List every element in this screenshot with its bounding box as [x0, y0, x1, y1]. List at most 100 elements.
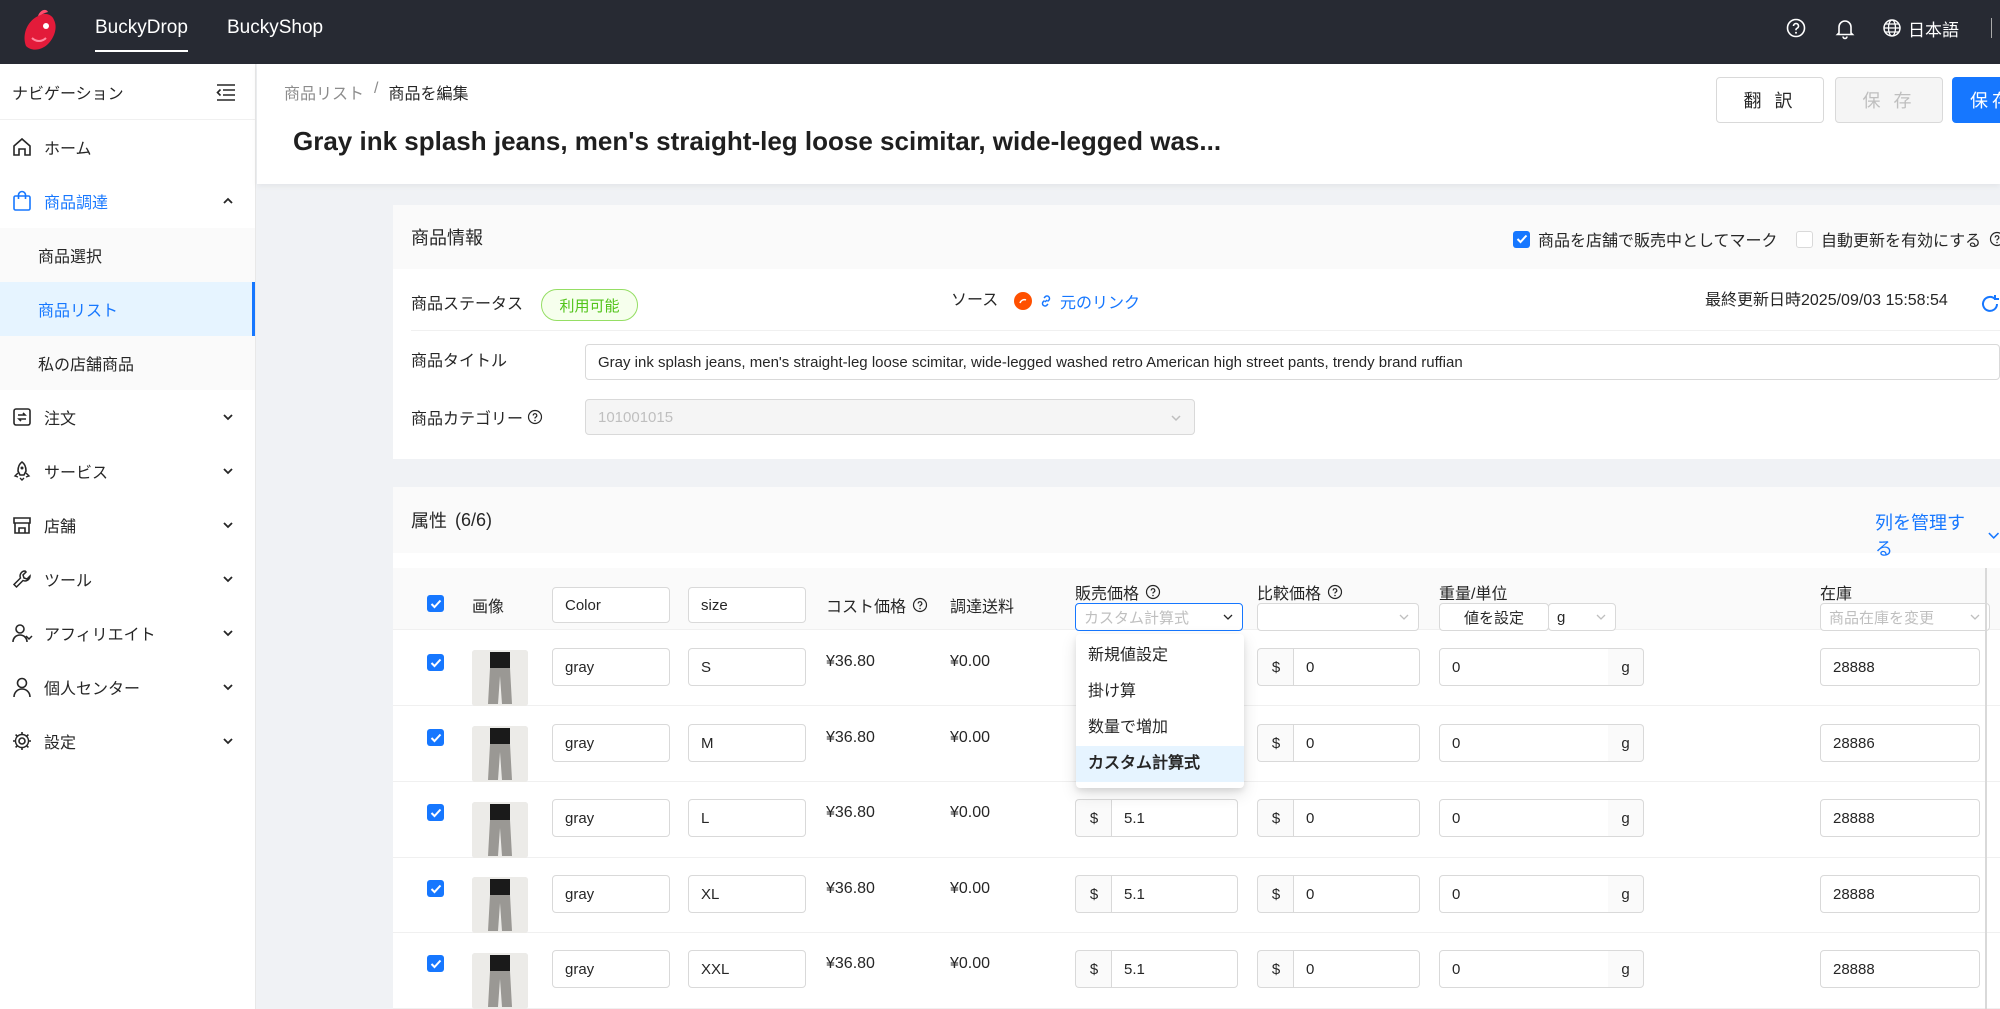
- weight-input[interactable]: 0: [1439, 875, 1609, 913]
- save-button[interactable]: 保存: [1952, 77, 2000, 123]
- dropdown-option-multiply[interactable]: 掛け算: [1076, 674, 1244, 710]
- help-icon[interactable]: [1327, 584, 1343, 600]
- help-icon[interactable]: [527, 409, 543, 425]
- category-select[interactable]: 101001015: [585, 399, 1195, 435]
- help-icon[interactable]: [1145, 584, 1161, 600]
- size-header-input[interactable]: size: [688, 587, 806, 623]
- sale-price-input[interactable]: 5.1: [1111, 799, 1238, 837]
- sidebar-item-personal-center[interactable]: 個人センター: [0, 660, 255, 714]
- row-checkbox[interactable]: [427, 955, 444, 972]
- breadcrumb: 商品リスト / 商品を編集: [284, 80, 468, 104]
- compare-price-input[interactable]: 0: [1293, 799, 1420, 837]
- stock-input[interactable]: 28888: [1820, 950, 1980, 988]
- manage-columns-link[interactable]: 列を管理する: [1875, 509, 2000, 561]
- weight-input[interactable]: 0: [1439, 950, 1609, 988]
- weight-input[interactable]: 0: [1439, 648, 1609, 686]
- size-input[interactable]: XXL: [688, 950, 806, 988]
- sidebar-item-orders[interactable]: 注文: [0, 390, 255, 444]
- weight-input[interactable]: 0: [1439, 799, 1609, 837]
- chevron-down-icon: [1399, 614, 1409, 620]
- breadcrumb-product-list[interactable]: 商品リスト: [284, 80, 364, 104]
- product-thumbnail[interactable]: [472, 953, 528, 1009]
- product-thumbnail[interactable]: [472, 650, 528, 706]
- chevron-down-icon: [1596, 614, 1606, 620]
- color-header-input[interactable]: Color: [552, 587, 670, 623]
- checkbox-checked[interactable]: [1513, 230, 1530, 248]
- color-input[interactable]: gray: [552, 799, 670, 837]
- translate-button[interactable]: 翻 訳: [1716, 77, 1824, 123]
- compare-price-input[interactable]: 0: [1293, 875, 1420, 913]
- color-input[interactable]: gray: [552, 950, 670, 988]
- logo[interactable]: [18, 8, 62, 54]
- source-link-label[interactable]: 元のリンク: [1060, 289, 1140, 313]
- row-checkbox[interactable]: [427, 804, 444, 821]
- shipping-cost: ¥0.00: [950, 653, 991, 670]
- product-thumbnail[interactable]: [472, 877, 528, 933]
- tab-buckydrop[interactable]: BuckyDrop: [95, 0, 188, 64]
- sidebar-subitem-product-list[interactable]: 商品リスト: [0, 282, 255, 336]
- sidebar-item-affiliate[interactable]: アフィリエイト: [0, 606, 255, 660]
- row-checkbox[interactable]: [427, 654, 444, 671]
- stock-input[interactable]: 28888: [1820, 648, 1980, 686]
- product-title-input[interactable]: Gray ink splash jeans, men's straight-le…: [585, 344, 2000, 380]
- stock-input[interactable]: 28888: [1820, 875, 1980, 913]
- language-selector[interactable]: 日本語: [1882, 14, 1959, 42]
- sidebar-item-sourcing[interactable]: 商品調達: [0, 174, 255, 228]
- product-thumbnail[interactable]: [472, 802, 528, 858]
- title-label: 商品タイトル: [411, 353, 508, 370]
- color-input[interactable]: gray: [552, 724, 670, 762]
- bell-icon[interactable]: [1833, 16, 1857, 40]
- row-checkbox[interactable]: [427, 880, 444, 897]
- chevron-down-icon: [223, 630, 233, 637]
- row-checkbox[interactable]: [427, 729, 444, 746]
- scrollbar[interactable]: [1985, 568, 1987, 1009]
- dropdown-option-new-value[interactable]: 新規値設定: [1076, 638, 1244, 674]
- product-thumbnail[interactable]: [472, 726, 528, 782]
- sidebar-item-home[interactable]: ホーム: [0, 120, 255, 174]
- size-input[interactable]: XL: [688, 875, 806, 913]
- compare-price-input[interactable]: 0: [1293, 648, 1420, 686]
- sidebar-subitem-my-store-products[interactable]: 私の店舗商品: [0, 336, 255, 390]
- collapse-menu-icon[interactable]: [215, 82, 237, 102]
- chevron-down-icon: [223, 576, 233, 583]
- stock-bulk-select[interactable]: 商品在庫を変更: [1820, 603, 1990, 631]
- select-all-checkbox[interactable]: [427, 595, 444, 612]
- help-icon[interactable]: [1989, 231, 2000, 247]
- sidebar-item-settings[interactable]: 設定: [0, 714, 255, 768]
- refresh-icon[interactable]: [1979, 293, 2000, 315]
- cost-price: ¥36.80: [826, 955, 875, 972]
- auto-update-checkbox[interactable]: 自動更新を有効にする: [1796, 227, 2000, 251]
- tab-buckyshop[interactable]: BuckyShop: [227, 0, 323, 64]
- compare-price-input[interactable]: 0: [1293, 950, 1420, 988]
- weight-set-value-button[interactable]: 値を設定: [1439, 603, 1549, 631]
- color-input[interactable]: gray: [552, 648, 670, 686]
- sidebar-item-services[interactable]: サービス: [0, 444, 255, 498]
- sidebar-subitem-selection[interactable]: 商品選択: [0, 228, 255, 282]
- size-input[interactable]: S: [688, 648, 806, 686]
- sale-price-formula-select[interactable]: カスタム計算式: [1075, 603, 1243, 631]
- save-button-disabled[interactable]: 保 存: [1835, 77, 1943, 123]
- mark-on-sale-checkbox[interactable]: 商品を店舗で販売中としてマーク: [1513, 227, 1778, 251]
- stock-input[interactable]: 28886: [1820, 724, 1980, 762]
- sidebar-item-tools[interactable]: ツール: [0, 552, 255, 606]
- color-input[interactable]: gray: [552, 875, 670, 913]
- dropdown-option-increase-by-amount[interactable]: 数量で増加: [1076, 710, 1244, 746]
- compare-price-input[interactable]: 0: [1293, 724, 1420, 762]
- sale-price-input[interactable]: 5.1: [1111, 950, 1238, 988]
- compare-price-select[interactable]: [1257, 603, 1419, 631]
- size-input[interactable]: M: [688, 724, 806, 762]
- dropdown-option-custom-formula[interactable]: カスタム計算式: [1076, 746, 1244, 782]
- checkbox-unchecked[interactable]: [1796, 230, 1813, 248]
- help-icon[interactable]: [912, 597, 928, 613]
- weight-unit-select[interactable]: g: [1548, 603, 1616, 631]
- stock-input[interactable]: 28888: [1820, 799, 1980, 837]
- sidebar-item-store[interactable]: 店舗: [0, 498, 255, 552]
- language-label: 日本語: [1908, 20, 1959, 40]
- source-link[interactable]: 元のリンク: [1014, 285, 1140, 317]
- sale-price-input[interactable]: 5.1: [1111, 875, 1238, 913]
- help-icon[interactable]: [1784, 16, 1808, 40]
- shipping-cost: ¥0.00: [950, 804, 991, 821]
- weight-input[interactable]: 0: [1439, 724, 1609, 762]
- currency-prefix: $: [1075, 950, 1112, 988]
- size-input[interactable]: L: [688, 799, 806, 837]
